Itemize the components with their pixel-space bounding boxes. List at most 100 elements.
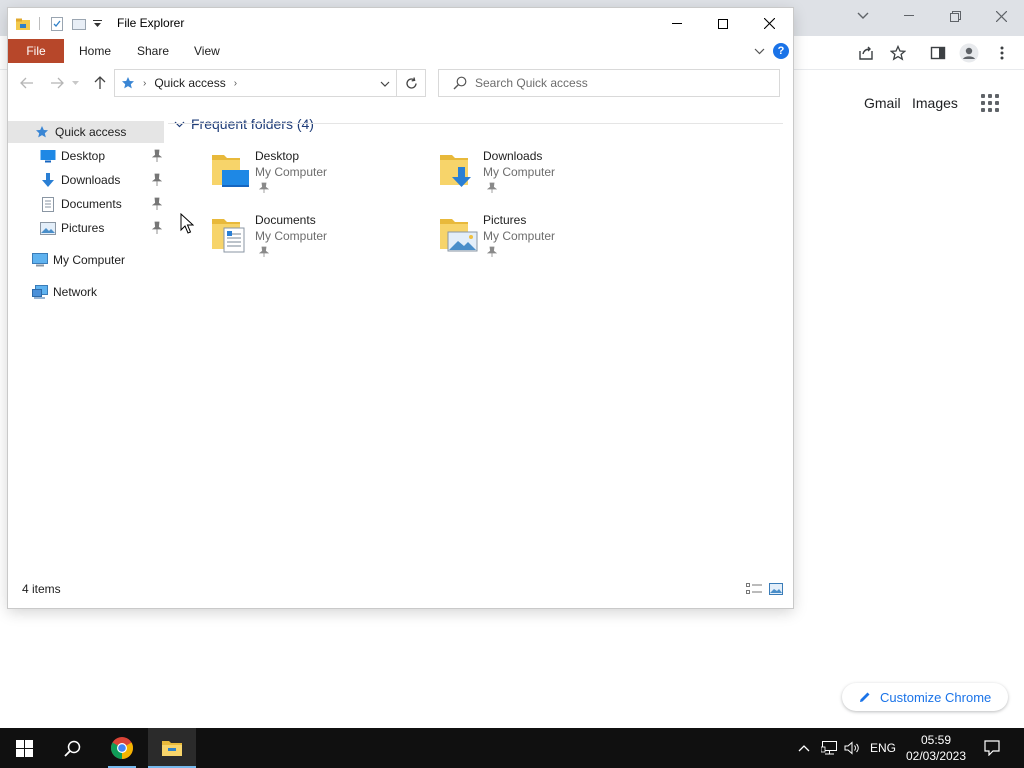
properties-icon[interactable]: [49, 16, 65, 32]
language-indicator[interactable]: ENG: [870, 741, 896, 755]
pin-icon: [487, 246, 497, 257]
pin-icon[interactable]: [152, 149, 162, 163]
status-bar: 4 items: [8, 578, 793, 600]
chrome-restore-button[interactable]: [940, 4, 970, 28]
taskbar-chrome-button[interactable]: [98, 728, 146, 768]
nav-item-my-computer[interactable]: My Computer: [8, 249, 164, 271]
file-explorer-icon: [162, 741, 182, 756]
action-center-button[interactable]: [978, 728, 1006, 768]
chevron-down-icon: [174, 121, 185, 127]
tab-share[interactable]: Share: [123, 39, 183, 63]
search-icon: [63, 740, 80, 757]
folder-tile-downloads[interactable]: Downloads My Computer: [438, 149, 638, 201]
tab-view[interactable]: View: [180, 39, 234, 63]
nav-item-desktop[interactable]: Desktop: [8, 145, 164, 167]
images-link[interactable]: Images: [912, 95, 958, 111]
document-icon: [40, 196, 56, 212]
nav-item-quick-access[interactable]: Quick access: [8, 121, 164, 143]
item-count: 4 items: [22, 582, 61, 596]
nav-item-network[interactable]: Network: [8, 281, 164, 303]
nav-item-label: Pictures: [61, 221, 105, 235]
chrome-menu-icon[interactable]: [991, 42, 1013, 64]
window-title: File Explorer: [117, 16, 185, 30]
address-bar[interactable]: › Quick access ›: [114, 69, 397, 97]
large-icons-view-icon[interactable]: [768, 581, 784, 597]
network-icon: [32, 284, 48, 300]
nav-item-downloads[interactable]: Downloads: [8, 169, 164, 191]
address-separator-icon[interactable]: ›: [234, 78, 237, 89]
qat-dropdown-icon[interactable]: [93, 20, 102, 28]
taskbar: ENG 05:59 02/03/2023: [0, 728, 1024, 768]
chrome-close-button[interactable]: [986, 4, 1016, 28]
folder-location: My Computer: [483, 165, 556, 179]
windows-logo-icon: [15, 739, 33, 757]
side-panel-icon[interactable]: [927, 42, 949, 64]
google-apps-icon[interactable]: [981, 94, 999, 112]
quick-access-star-icon: [34, 124, 50, 140]
up-button[interactable]: [90, 73, 110, 93]
help-icon[interactable]: ?: [773, 43, 789, 59]
pin-icon[interactable]: [152, 173, 162, 187]
pin-icon[interactable]: [152, 221, 162, 235]
details-view-icon[interactable]: [746, 581, 762, 597]
nav-item-label: Documents: [61, 197, 122, 211]
new-folder-icon[interactable]: [71, 16, 87, 32]
folder-tile-desktop[interactable]: Desktop My Computer: [210, 149, 410, 201]
folder-tile-documents[interactable]: Documents My Computer: [210, 213, 410, 265]
network-tray-icon[interactable]: [820, 728, 838, 768]
computer-icon: [32, 252, 48, 268]
close-button[interactable]: [746, 8, 792, 39]
pencil-icon: [860, 692, 870, 702]
volume-tray-icon[interactable]: [843, 728, 861, 768]
expand-ribbon-icon[interactable]: [754, 48, 765, 55]
forward-button[interactable]: [47, 73, 67, 93]
nav-item-label: Downloads: [61, 173, 121, 187]
refresh-button[interactable]: [397, 69, 426, 97]
folder-name: Desktop: [255, 149, 300, 163]
start-button[interactable]: [0, 728, 48, 768]
search-box[interactable]: [438, 69, 780, 97]
folder-name: Downloads: [483, 149, 543, 163]
address-dropdown-icon[interactable]: [380, 81, 390, 87]
clock-date: 02/03/2023: [905, 749, 967, 763]
address-crumb-quick-access[interactable]: Quick access: [154, 76, 225, 90]
show-hidden-icons-button[interactable]: [796, 728, 812, 768]
notification-icon: [984, 740, 1000, 756]
tab-home[interactable]: Home: [65, 39, 125, 63]
chrome-tab-search-icon[interactable]: [848, 4, 878, 28]
quick-access-star-icon: [122, 77, 134, 89]
share-icon[interactable]: [855, 42, 877, 64]
search-icon: [453, 76, 467, 90]
pin-icon[interactable]: [152, 197, 162, 211]
folder-name: Documents: [255, 213, 316, 227]
chevron-up-icon: [798, 744, 810, 751]
mouse-cursor-icon: [180, 213, 194, 234]
folder-location: My Computer: [255, 229, 328, 243]
nav-item-documents[interactable]: Documents: [8, 193, 164, 215]
pin-icon: [259, 246, 269, 257]
recent-locations-icon[interactable]: [69, 73, 81, 93]
search-input[interactable]: [475, 76, 755, 90]
address-separator-icon[interactable]: ›: [143, 78, 146, 89]
customize-chrome-label: Customize Chrome: [880, 689, 992, 705]
customize-chrome-button[interactable]: Customize Chrome: [842, 683, 1008, 711]
taskbar-file-explorer-button[interactable]: [148, 728, 196, 768]
bookmark-star-icon[interactable]: [887, 42, 909, 64]
folder-tile-pictures[interactable]: Pictures My Computer: [438, 213, 638, 265]
taskbar-clock[interactable]: 05:59 02/03/2023: [898, 732, 974, 764]
maximize-button[interactable]: [700, 8, 746, 39]
minimize-button[interactable]: [654, 8, 700, 39]
profile-avatar-icon[interactable]: [958, 42, 980, 64]
file-explorer-window: File Explorer File Home Share View ? › Q…: [8, 8, 793, 608]
nav-item-pictures[interactable]: Pictures: [8, 217, 164, 239]
chrome-icon: [111, 737, 133, 759]
folder-location: My Computer: [483, 229, 556, 243]
tab-file[interactable]: File: [8, 39, 64, 63]
chrome-minimize-button[interactable]: [894, 4, 924, 28]
taskbar-search-button[interactable]: [48, 728, 96, 768]
back-button[interactable]: [17, 73, 37, 93]
pictures-folder-icon: [440, 219, 478, 252]
frequent-folders-header[interactable]: Frequent folders (4): [174, 116, 314, 132]
gmail-link[interactable]: Gmail: [864, 95, 901, 111]
desktop-folder-icon: [212, 155, 249, 187]
